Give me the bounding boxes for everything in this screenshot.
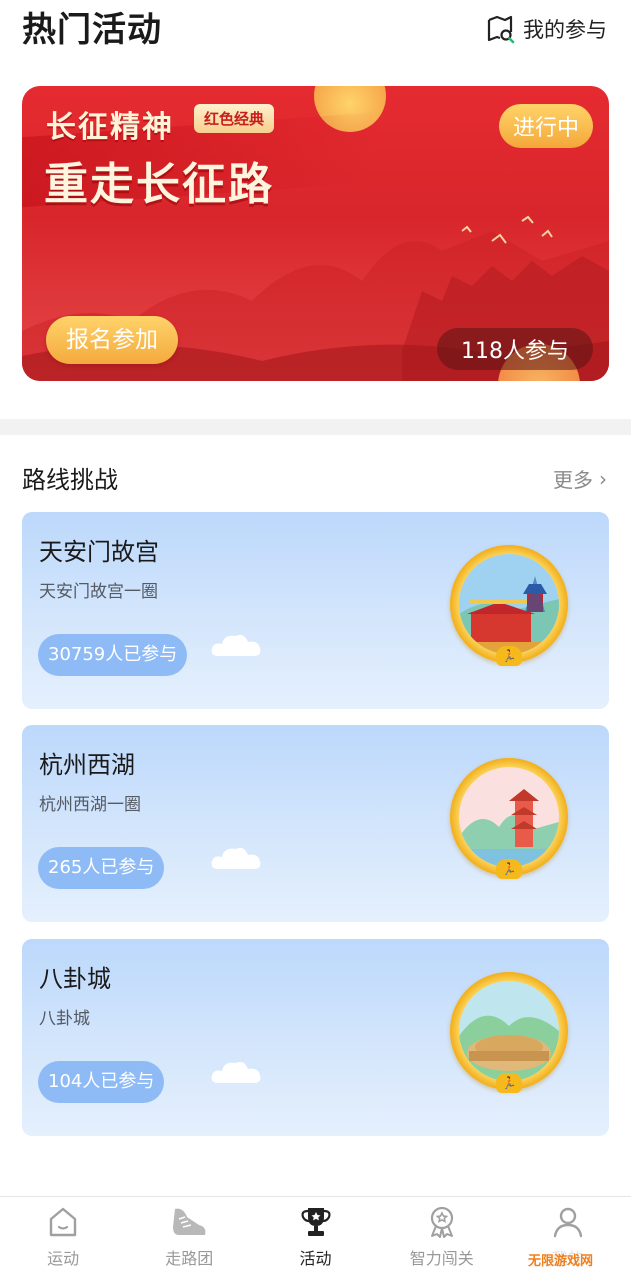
- header: 热门活动 我的参与: [0, 0, 631, 60]
- bookmark-search-icon: [487, 15, 515, 44]
- runner-icon: 🏃: [496, 646, 522, 666]
- activity-banner[interactable]: 长征精神 红色经典 重走长征路 进行中 报名参加 118人参与: [22, 86, 609, 381]
- route-participants: 265人已参与: [38, 847, 165, 889]
- route-title: 八卦城: [39, 965, 111, 993]
- tab-label: 运动: [47, 1249, 80, 1268]
- route-participants: 104人已参与: [38, 1061, 165, 1103]
- round-city-badge: 🏃: [450, 972, 568, 1093]
- section-title: 路线挑战: [22, 466, 118, 494]
- pagoda-icon: [459, 767, 559, 867]
- cloud-icon: [211, 847, 261, 869]
- tab-label: 活动: [299, 1249, 332, 1268]
- more-label: 更多: [553, 468, 593, 492]
- trophy-icon: [300, 1208, 331, 1236]
- tab-sport[interactable]: 运动: [0, 1197, 126, 1281]
- home-icon: [49, 1207, 77, 1237]
- runner-icon: 🏃: [496, 1073, 522, 1093]
- banner-tag: 红色经典: [194, 104, 275, 133]
- medal-icon: [430, 1206, 453, 1238]
- watermark-logo: 无限游戏网: [524, 1248, 598, 1271]
- banner-subtitle: 长征精神: [46, 110, 174, 145]
- banner-title: 重走长征路: [44, 159, 274, 210]
- signup-button[interactable]: 报名参加: [46, 316, 178, 364]
- participant-count: 118人参与: [437, 328, 593, 370]
- user-icon: [553, 1207, 583, 1238]
- my-join-label: 我的参与: [523, 18, 607, 42]
- runner-icon: 🏃: [496, 859, 522, 879]
- my-join-button[interactable]: 我的参与: [485, 14, 607, 44]
- route-desc: 八卦城: [39, 1009, 90, 1029]
- status-badge: 进行中: [498, 104, 593, 148]
- tiananmen-badge: 🏃: [450, 545, 568, 666]
- chevron-right-icon: ›: [599, 466, 607, 491]
- route-desc: 天安门故宫一圈: [39, 582, 158, 602]
- tab-label: 走路团: [165, 1249, 214, 1268]
- route-title: 天安门故宫: [39, 538, 159, 566]
- tab-label: 智力闯关: [409, 1249, 474, 1268]
- cloud-icon: [211, 634, 261, 656]
- route-card[interactable]: 杭州西湖 杭州西湖一圈 265人已参与 🏃: [22, 725, 609, 922]
- tab-walk-group[interactable]: 走路团: [126, 1197, 252, 1281]
- route-desc: 杭州西湖一圈: [39, 795, 141, 815]
- route-card[interactable]: 八卦城 八卦城 104人已参与 🏃: [22, 939, 609, 1136]
- route-card[interactable]: 天安门故宫 天安门故宫一圈 30759人已参与 🏃: [22, 512, 609, 709]
- route-title: 杭州西湖: [39, 751, 135, 779]
- round-city-icon: [459, 981, 559, 1081]
- page-title: 热门活动: [22, 10, 162, 50]
- cloud-icon: [211, 1061, 261, 1083]
- pagoda-badge: 🏃: [450, 758, 568, 879]
- more-link[interactable]: 更多 ›: [553, 464, 607, 493]
- tab-activity[interactable]: 活动: [252, 1197, 378, 1281]
- shoe-icon: [173, 1208, 206, 1235]
- tiananmen-icon: [459, 554, 559, 654]
- tab-quiz[interactable]: 智力闯关: [379, 1197, 505, 1281]
- route-participants: 30759人已参与: [38, 634, 188, 676]
- section-divider: [0, 419, 631, 435]
